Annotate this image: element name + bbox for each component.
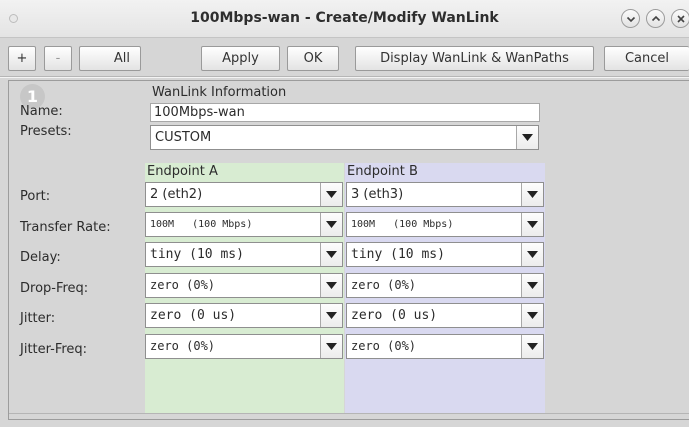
jitter-a-select[interactable]: zero (0 us)	[145, 303, 343, 328]
close-button[interactable]	[671, 9, 689, 28]
display-wanlink-wanpaths-button[interactable]: Display WanLink & WanPaths	[355, 46, 594, 71]
apply-button[interactable]: Apply	[201, 46, 280, 71]
jitter-b-value: zero (0 us)	[351, 308, 438, 323]
transfer-rate-label: Transfer Rate:	[20, 220, 111, 235]
dropdown-arrow-icon	[521, 304, 543, 327]
port-label: Port:	[20, 189, 51, 204]
jitter-label: Jitter:	[20, 311, 56, 326]
port-a-select[interactable]: 2 (eth2)	[145, 182, 343, 207]
endpoint-b-header: Endpoint B	[347, 164, 418, 179]
dropdown-arrow-icon	[320, 335, 342, 358]
dropdown-arrow-icon	[521, 213, 543, 236]
chevron-down-icon	[626, 16, 635, 22]
presets-value: CUSTOM	[155, 130, 212, 145]
delay-label: Delay:	[20, 250, 61, 265]
display-button-label: Display WanLink & WanPaths	[380, 51, 569, 66]
ok-label: K	[313, 51, 323, 66]
ok-mnemonic: O	[303, 51, 314, 66]
name-label: Name:	[20, 104, 63, 119]
remove-button[interactable]: -	[44, 46, 72, 71]
close-icon	[676, 14, 685, 23]
add-button-label: +	[16, 51, 28, 66]
port-a-value: 2 (eth2)	[150, 187, 203, 202]
dropdown-arrow-icon	[521, 335, 543, 358]
dropdown-arrow-icon	[320, 213, 342, 236]
dropdown-arrow-icon	[320, 243, 342, 266]
jitter-freq-a-select[interactable]: zero (0%)	[145, 334, 343, 359]
all-button-label: All	[113, 51, 130, 66]
cancel-button[interactable]: Cancel	[604, 46, 689, 71]
chevron-up-icon	[651, 15, 660, 21]
drop-freq-a-value: zero (0%)	[150, 278, 216, 292]
transfer-rate-b-value: 100M (100 Mbps)	[351, 219, 454, 230]
transfer-rate-b-select[interactable]: 100M (100 Mbps)	[346, 212, 544, 237]
dropdown-arrow-icon	[521, 274, 543, 297]
drop-freq-b-select[interactable]: zero (0%)	[346, 273, 544, 298]
window-title: 100Mbps-wan - Create/Modify WanLink	[190, 10, 499, 26]
remove-button-label: -	[55, 51, 61, 66]
delay-a-value: tiny (10 ms)	[150, 247, 244, 262]
delay-b-select[interactable]: tiny (10 ms)	[346, 242, 544, 267]
all-button[interactable]: All	[79, 46, 141, 71]
presets-select[interactable]: CUSTOM	[150, 125, 539, 150]
dropdown-arrow-icon	[320, 304, 342, 327]
section-title: WanLink Information	[152, 85, 287, 100]
apply-mnemonic: A	[222, 51, 232, 66]
drop-freq-b-value: zero (0%)	[351, 278, 417, 292]
minimize-button[interactable]	[621, 9, 640, 28]
jitter-freq-a-value: zero (0%)	[150, 339, 216, 353]
dropdown-arrow-icon	[521, 183, 543, 206]
add-button[interactable]: +	[8, 46, 36, 71]
transfer-rate-a-select[interactable]: 100M (100 Mbps)	[145, 212, 343, 237]
port-b-value: 3 (eth3)	[351, 187, 404, 202]
drop-freq-label: Drop-Freq:	[20, 281, 89, 296]
delay-b-value: tiny (10 ms)	[351, 247, 445, 262]
drop-freq-a-select[interactable]: zero (0%)	[145, 273, 343, 298]
jitter-freq-b-value: zero (0%)	[351, 339, 417, 353]
ok-button[interactable]: OK	[287, 46, 339, 71]
jitter-b-select[interactable]: zero (0 us)	[346, 303, 544, 328]
dropdown-arrow-icon	[320, 274, 342, 297]
cancel-mnemonic: C	[624, 51, 635, 66]
dropdown-arrow-icon	[521, 243, 543, 266]
cancel-label: ancel	[634, 51, 670, 66]
bottom-divider	[9, 413, 689, 414]
presets-label: Presets:	[20, 124, 72, 139]
delay-a-select[interactable]: tiny (10 ms)	[145, 242, 343, 267]
toolbar-separator	[0, 76, 689, 78]
maximize-button[interactable]	[646, 9, 665, 28]
apply-label: pply	[231, 51, 259, 66]
jitter-a-value: zero (0 us)	[150, 308, 237, 323]
dropdown-arrow-icon	[320, 183, 342, 206]
endpoint-a-header: Endpoint A	[147, 164, 218, 179]
jitter-freq-label: Jitter-Freq:	[20, 342, 88, 357]
name-field[interactable]: 100Mbps-wan	[150, 103, 540, 122]
dropdown-arrow-icon	[516, 126, 538, 149]
jitter-freq-b-select[interactable]: zero (0%)	[346, 334, 544, 359]
port-b-select[interactable]: 3 (eth3)	[346, 182, 544, 207]
transfer-rate-a-value: 100M (100 Mbps)	[150, 219, 253, 230]
